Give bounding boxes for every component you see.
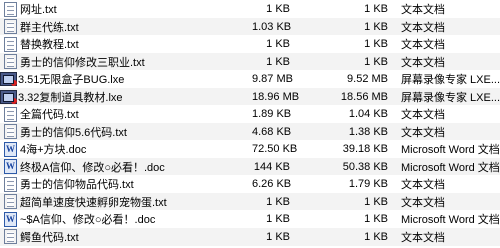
file-compressed-size: 1 KB xyxy=(364,55,388,68)
file-type: 文本文档 xyxy=(401,196,445,209)
text-file-icon xyxy=(4,194,17,209)
file-row[interactable]: 替换教程.txt 1 KB 1 KB 文本文档 xyxy=(0,35,500,53)
file-size: 6.26 KB xyxy=(252,178,292,190)
file-compressed-size: 1 KB xyxy=(364,20,388,33)
file-row[interactable]: 3.32复制道具教材.lxe 18.96 MB 18.56 MB 屏幕录像专家 LXE… xyxy=(0,87,500,106)
file-size: 1.03 KB xyxy=(252,20,292,33)
file-name-cell: 网址.txt xyxy=(0,0,252,18)
word-doc-icon: W xyxy=(4,211,17,227)
text-file-icon xyxy=(4,229,17,244)
file-name-cell: 替换教程.txt xyxy=(0,35,252,53)
file-name: 全篇代码.txt xyxy=(20,109,79,121)
file-type: 文本文档 xyxy=(401,56,445,69)
text-file-icon xyxy=(4,54,17,69)
file-name: 替换教程.txt xyxy=(20,39,79,51)
file-row[interactable]: 3.51无限盒子BUG.lxe 9.87 MB 9.52 MB 屏幕录像专家 LXE.… xyxy=(0,70,500,88)
file-size: 1 KB xyxy=(266,55,290,68)
file-name-cell: 全篇代码.txt xyxy=(0,105,252,123)
file-name-cell: 3.51无限盒子BUG.lxe xyxy=(0,70,252,88)
file-size: 9.87 MB xyxy=(252,73,293,85)
text-file-icon xyxy=(4,19,17,34)
file-name-cell: 群主代练.txt xyxy=(0,18,252,36)
file-size: 1.89 KB xyxy=(252,108,292,120)
file-size: 4.68 KB xyxy=(252,125,292,138)
file-compressed-size: 18.56 MB xyxy=(340,90,388,103)
file-row[interactable]: 全篇代码.txt 1.89 KB 1.04 KB 文本文档 xyxy=(0,105,500,123)
file-compressed-size: 1 KB xyxy=(364,3,388,15)
lxe-video-icon xyxy=(0,72,17,86)
file-row[interactable]: 勇士的信仰修改三职业.txt 1 KB 1 KB 文本文档 xyxy=(0,52,500,71)
file-name-cell: W 4海+方块.doc xyxy=(0,140,252,158)
file-compressed-size: 1 KB xyxy=(364,213,388,225)
file-name-cell: W ~$A信仰、修改○必看！.doc xyxy=(0,210,252,228)
file-type: 文本文档 xyxy=(401,231,445,244)
file-name-cell: 勇士的信仰物品代码.txt xyxy=(0,175,252,193)
file-row[interactable]: 鳄鱼代码.txt 1 KB 1 KB 文本文档 xyxy=(0,227,500,246)
text-file-icon xyxy=(4,36,17,52)
file-compressed-size: 1.38 KB xyxy=(348,125,388,138)
file-name: ~$A信仰、修改○必看！.doc xyxy=(20,214,156,226)
file-type: 文本文档 xyxy=(401,39,445,51)
file-type: 屏幕录像专家 LXE... xyxy=(401,91,500,104)
file-size: 72.50 KB xyxy=(252,143,298,155)
file-type: Microsoft Word 文档 xyxy=(401,214,500,226)
file-type: 文本文档 xyxy=(401,179,445,191)
file-compressed-size: 1 KB xyxy=(364,195,388,208)
file-compressed-size: 39.18 KB xyxy=(342,143,388,155)
file-name: 勇士的信仰5.6代码.txt xyxy=(20,126,127,139)
file-name: 超简单速度快速孵卵宠物蛋.txt xyxy=(20,196,167,209)
file-compressed-size: 1 KB xyxy=(364,38,388,50)
file-row[interactable]: W 4海+方块.doc 72.50 KB 39.18 KB Microsoft Word… xyxy=(0,140,500,158)
file-name: 3.32复制道具教材.lxe xyxy=(18,91,123,104)
file-type: 文本文档 xyxy=(401,109,445,121)
file-compressed-size: 1.04 KB xyxy=(348,108,388,120)
file-compressed-size: 50.38 KB xyxy=(342,160,388,173)
file-row[interactable]: 群主代练.txt 1.03 KB 1 KB 文本文档 xyxy=(0,17,500,36)
file-row[interactable]: W 终极A信仰、修改○必看！.doc 144 KB 50.38 KB Microsoft… xyxy=(0,157,500,176)
file-compressed-size: 9.52 MB xyxy=(347,73,388,85)
file-name: 勇士的信仰物品代码.txt xyxy=(20,179,134,191)
text-file-icon xyxy=(4,106,17,122)
text-file-icon xyxy=(4,124,17,139)
file-type: 文本文档 xyxy=(401,126,445,139)
text-file-icon xyxy=(4,1,17,17)
word-doc-icon: W xyxy=(4,141,17,157)
file-name-cell: 鳄鱼代码.txt xyxy=(0,228,252,246)
file-name-cell: 勇士的信仰修改三职业.txt xyxy=(0,53,252,71)
text-file-icon xyxy=(4,176,17,192)
archive-file-list: 网址.txt 1 KB 1 KB 文本文档 群主代练.txt 1.03 KB 1 KB 文本文… xyxy=(0,0,500,248)
file-name-cell: 3.32复制道具教材.lxe xyxy=(0,88,252,106)
file-name: 4海+方块.doc xyxy=(20,144,87,156)
file-size: 18.96 MB xyxy=(252,90,300,103)
file-size: 1 KB xyxy=(266,38,290,50)
file-name: 鳄鱼代码.txt xyxy=(20,231,79,244)
file-row[interactable]: 勇士的信仰物品代码.txt 6.26 KB 1.79 KB 文本文档 xyxy=(0,175,500,193)
file-size: 144 KB xyxy=(253,160,290,173)
file-type: 文本文档 xyxy=(401,21,445,34)
file-row[interactable]: 超简单速度快速孵卵宠物蛋.txt 1 KB 1 KB 文本文档 xyxy=(0,192,500,211)
file-name-cell: W 终极A信仰、修改○必看！.doc xyxy=(0,158,252,176)
file-size: 1 KB xyxy=(266,195,290,208)
word-doc-icon: W xyxy=(4,159,17,174)
file-type: 文本文档 xyxy=(401,4,445,16)
file-size: 1 KB xyxy=(266,213,290,225)
file-name: 3.51无限盒子BUG.lxe xyxy=(18,74,125,86)
file-type: Microsoft Word 文档 xyxy=(401,161,500,174)
file-size: 1 KB xyxy=(266,3,290,15)
file-name-cell: 超简单速度快速孵卵宠物蛋.txt xyxy=(0,193,252,211)
file-compressed-size: 1.79 KB xyxy=(348,178,388,190)
file-size: 1 KB xyxy=(266,230,290,243)
file-name: 勇士的信仰修改三职业.txt xyxy=(20,56,145,69)
file-name: 网址.txt xyxy=(20,4,57,16)
file-compressed-size: 1 KB xyxy=(364,230,388,243)
lxe-video-icon xyxy=(0,89,17,104)
file-name-cell: 勇士的信仰5.6代码.txt xyxy=(0,123,252,141)
file-row[interactable]: 网址.txt 1 KB 1 KB 文本文档 xyxy=(0,0,500,18)
file-row[interactable]: 勇士的信仰5.6代码.txt 4.68 KB 1.38 KB 文本文档 xyxy=(0,122,500,141)
file-type: Microsoft Word 文档 xyxy=(401,144,500,156)
file-type: 屏幕录像专家 LXE... xyxy=(401,74,500,86)
file-name: 终极A信仰、修改○必看！.doc xyxy=(20,161,165,174)
file-name: 群主代练.txt xyxy=(20,21,79,34)
file-row[interactable]: W ~$A信仰、修改○必看！.doc 1 KB 1 KB Microsoft Word … xyxy=(0,210,500,228)
